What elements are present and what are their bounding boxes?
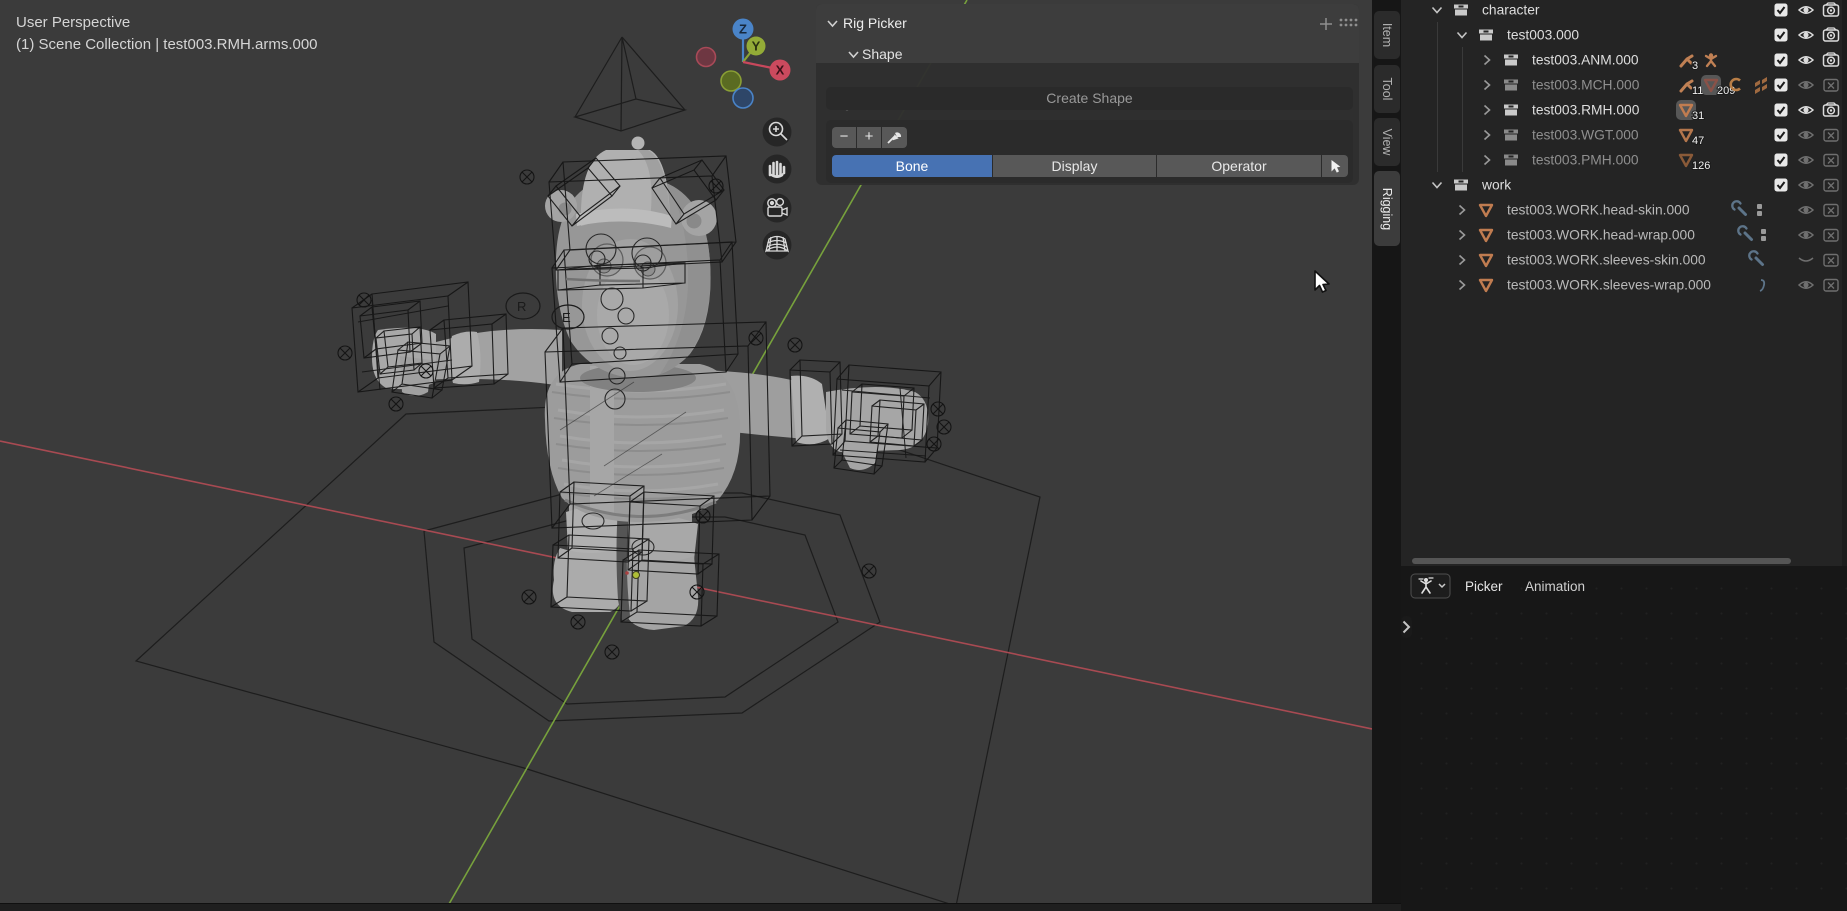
svg-text:test003.WORK.head-wrap.000: test003.WORK.head-wrap.000 bbox=[1507, 228, 1695, 243]
svg-text:test003.000: test003.000 bbox=[1507, 28, 1579, 43]
svg-text:31: 31 bbox=[1692, 110, 1704, 122]
svg-text:test003.WORK.sleeves-wrap.000: test003.WORK.sleeves-wrap.000 bbox=[1507, 278, 1711, 293]
svg-text:work: work bbox=[1481, 178, 1511, 193]
svg-text:test003.WGT.000: test003.WGT.000 bbox=[1532, 128, 1639, 143]
svg-text:Picker: Picker bbox=[1465, 579, 1503, 594]
svg-text:X: X bbox=[776, 63, 785, 78]
svg-text:test003.WORK.sleeves-skin.000: test003.WORK.sleeves-skin.000 bbox=[1507, 253, 1706, 268]
svg-text:Y: Y bbox=[752, 39, 761, 54]
svg-text:3: 3 bbox=[1692, 60, 1698, 72]
svg-text:Z: Z bbox=[739, 22, 747, 37]
svg-text:Animation: Animation bbox=[1525, 579, 1585, 594]
svg-text:test003.RMH.000: test003.RMH.000 bbox=[1532, 103, 1640, 118]
svg-text:test003.WORK.head-skin.000: test003.WORK.head-skin.000 bbox=[1507, 203, 1690, 218]
svg-text:test003.PMH.000: test003.PMH.000 bbox=[1532, 153, 1639, 168]
svg-text:test003.ANM.000: test003.ANM.000 bbox=[1532, 53, 1639, 68]
svg-text:E: E bbox=[562, 310, 571, 325]
svg-text:test003.MCH.000: test003.MCH.000 bbox=[1532, 78, 1640, 93]
svg-text:126: 126 bbox=[1692, 160, 1710, 172]
svg-text:47: 47 bbox=[1692, 135, 1704, 147]
svg-text:character: character bbox=[1482, 3, 1540, 18]
svg-text:R: R bbox=[517, 299, 526, 314]
